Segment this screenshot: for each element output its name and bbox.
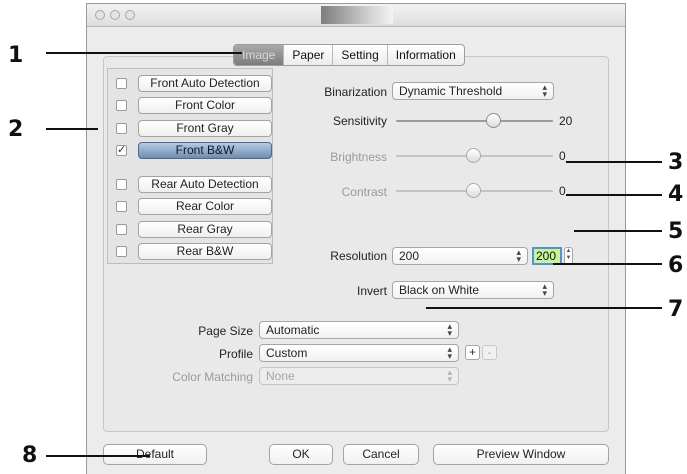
checkmark-icon: ✓	[117, 144, 127, 156]
contrast-label: Contrast	[341, 185, 387, 199]
image-type-button[interactable]: Front Auto Detection	[138, 75, 272, 92]
image-type-checkbox[interactable]: ✓	[116, 145, 127, 156]
zoom-window-icon[interactable]	[125, 10, 135, 20]
popup-arrows-icon: ▴ ▾	[542, 281, 547, 298]
slider-knob[interactable]	[486, 113, 501, 128]
brightness-value: 0	[559, 149, 566, 163]
slider-knob	[466, 148, 481, 163]
page-size-popup[interactable]: Automatic ▴ ▾	[259, 321, 459, 339]
callout-line-7	[426, 307, 662, 309]
tab-setting[interactable]: Setting	[333, 45, 388, 65]
color-matching-label: Color Matching	[172, 370, 253, 384]
popup-arrows-icon: ▴ ▾	[447, 367, 452, 384]
tab-paper[interactable]: Paper	[284, 45, 334, 65]
image-type-button[interactable]: Rear Gray	[138, 221, 272, 238]
profile-value: Custom	[266, 346, 308, 360]
profile-popup[interactable]: Custom ▴ ▾	[259, 344, 459, 362]
image-type-button[interactable]: Front Gray	[138, 120, 272, 137]
image-type-button[interactable]: Front Color	[138, 97, 272, 114]
callout-6: 6	[668, 253, 684, 278]
tab-image[interactable]: Image	[234, 45, 285, 65]
sensitivity-slider[interactable]	[396, 113, 553, 129]
popup-arrows-icon: ▴ ▾	[516, 247, 521, 264]
invert-value: Black on White	[399, 283, 480, 297]
color-matching-popup: None ▴ ▾	[259, 367, 459, 385]
popup-arrows-icon: ▴ ▾	[447, 321, 452, 338]
sensitivity-label: Sensitivity	[332, 114, 387, 128]
image-type-button[interactable]: Rear Auto Detection	[138, 176, 272, 193]
binarization-value: Dynamic Threshold	[399, 84, 503, 98]
callout-line-6	[553, 263, 662, 265]
minimize-window-icon[interactable]	[110, 10, 120, 20]
callout-line-2	[46, 128, 98, 130]
image-type-checkbox[interactable]	[116, 179, 127, 190]
callout-5: 5	[668, 219, 684, 244]
image-type-checkbox[interactable]	[116, 100, 127, 111]
page-size-value: Automatic	[266, 323, 320, 337]
cancel-button[interactable]: Cancel	[343, 444, 419, 465]
ok-button[interactable]: OK	[269, 444, 333, 465]
page-size-label: Page Size	[198, 324, 253, 338]
title-bar	[87, 4, 625, 27]
callout-1: 1	[8, 43, 24, 68]
resolution-label: Resolution	[330, 249, 387, 263]
binarization-popup[interactable]: Dynamic Threshold ▴ ▾	[392, 82, 554, 100]
callout-line-1	[46, 52, 242, 54]
close-window-icon[interactable]	[95, 10, 105, 20]
callout-line-5	[574, 230, 662, 232]
callout-line-3	[566, 161, 662, 163]
popup-arrows-icon: ▴ ▾	[542, 82, 547, 99]
brightness-slider	[396, 148, 553, 164]
callout-8: 8	[22, 443, 38, 468]
image-type-group: Front Auto Detection Front Color Front G…	[107, 68, 273, 264]
callout-line-8	[46, 455, 150, 457]
popup-arrows-icon: ▴ ▾	[447, 344, 452, 361]
image-type-button[interactable]: Front B&W	[138, 142, 272, 159]
tab-bar: Image Paper Setting Information	[233, 44, 465, 66]
slider-knob	[466, 183, 481, 198]
brightness-label: Brightness	[330, 150, 387, 164]
remove-profile-button[interactable]: -	[482, 345, 497, 360]
callout-2: 2	[8, 117, 24, 142]
profile-label: Profile	[218, 347, 253, 361]
add-profile-button[interactable]: +	[465, 345, 480, 360]
image-type-checkbox[interactable]	[116, 78, 127, 89]
preview-window-button[interactable]: Preview Window	[433, 444, 609, 465]
contrast-value: 0	[559, 184, 566, 198]
image-type-button[interactable]: Rear B&W	[138, 243, 272, 260]
sensitivity-value: 20	[559, 114, 573, 128]
image-type-checkbox[interactable]	[116, 201, 127, 212]
scanner-settings-window: Image Paper Setting Information Front Au…	[86, 3, 626, 474]
title-thumbnail	[321, 6, 393, 24]
callout-line-4	[566, 194, 662, 196]
contrast-slider	[396, 183, 553, 199]
slider-track	[396, 120, 553, 122]
callout-4: 4	[668, 182, 684, 207]
color-matching-value: None	[266, 369, 295, 383]
callout-7: 7	[668, 297, 684, 322]
image-type-checkbox[interactable]	[116, 123, 127, 134]
invert-label: Invert	[356, 284, 387, 298]
image-type-button[interactable]: Rear Color	[138, 198, 272, 215]
callout-3: 3	[668, 150, 684, 175]
image-type-checkbox[interactable]	[116, 224, 127, 235]
resolution-value: 200	[399, 249, 420, 263]
binarization-label: Binarization	[324, 85, 387, 99]
invert-popup[interactable]: Black on White ▴ ▾	[392, 281, 554, 299]
image-type-checkbox[interactable]	[116, 246, 127, 257]
resolution-popup[interactable]: 200 ▴ ▾	[392, 247, 528, 265]
tab-information[interactable]: Information	[388, 45, 464, 65]
